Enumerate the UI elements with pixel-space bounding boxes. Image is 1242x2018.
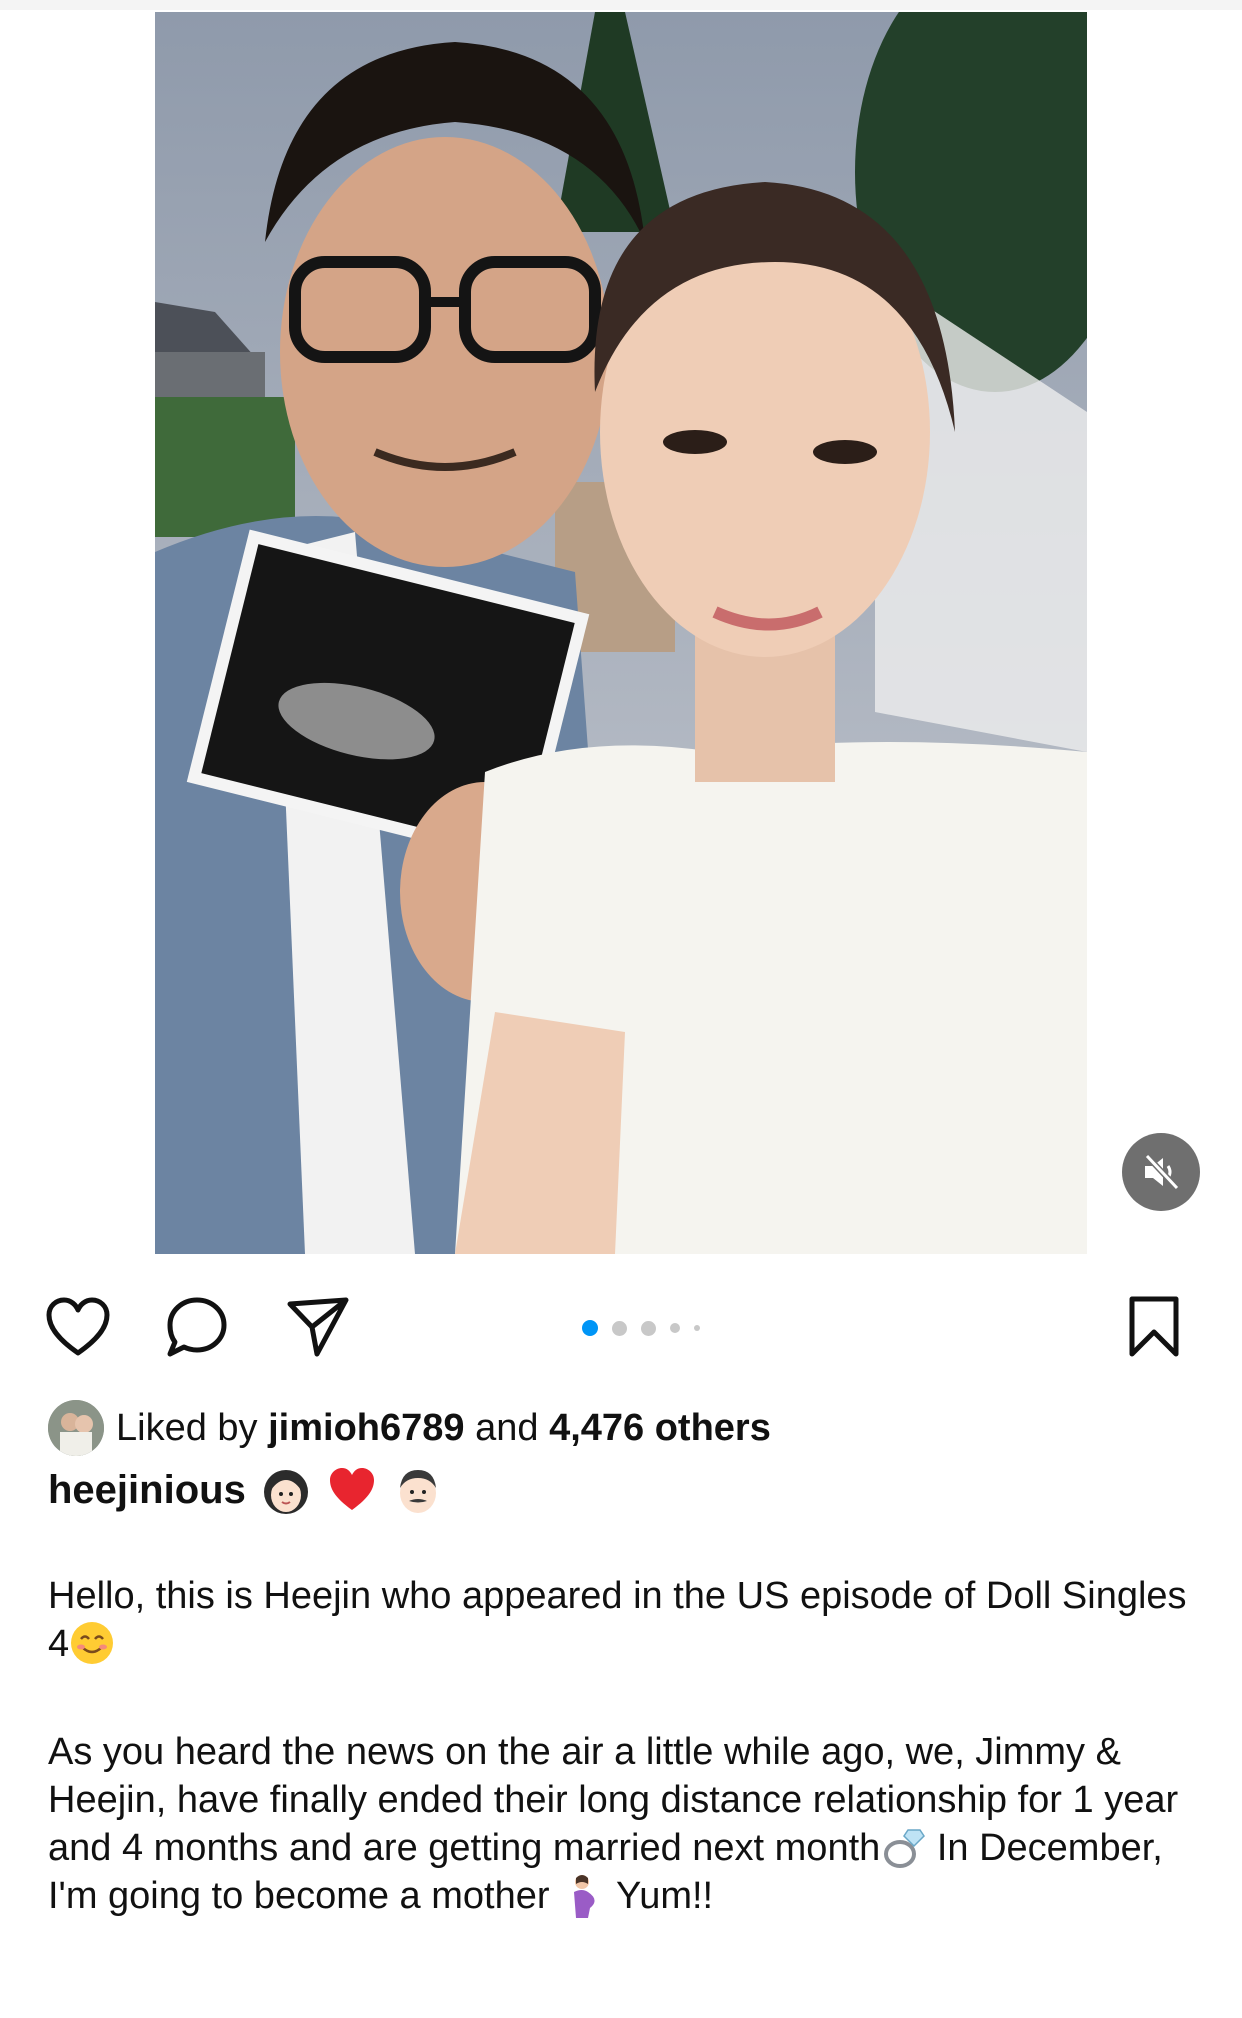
- carousel-indicator: [582, 1320, 700, 1336]
- likes-summary[interactable]: Liked by jimioh6789 and 4,476 others: [48, 1398, 771, 1458]
- save-button[interactable]: [1118, 1291, 1190, 1363]
- couple-selfie-photo: [155, 12, 1087, 1254]
- carousel-dot: [670, 1323, 680, 1333]
- bookmark-icon: [1129, 1296, 1179, 1357]
- carousel-dot-active: [582, 1320, 598, 1336]
- post-photo[interactable]: [155, 12, 1087, 1254]
- smiling-face-emoji: [71, 1622, 114, 1664]
- caption-author-row: heejinious: [48, 1460, 458, 1520]
- carousel-dot: [694, 1325, 700, 1331]
- ring-emoji: [884, 1829, 926, 1868]
- likes-prefix: Liked by: [116, 1406, 258, 1449]
- comment-button[interactable]: [161, 1291, 233, 1363]
- liker-username[interactable]: jimioh6789: [268, 1407, 464, 1450]
- avatar: [48, 1400, 104, 1456]
- heart-icon: [46, 1297, 110, 1356]
- author-username[interactable]: heejinious: [48, 1468, 246, 1513]
- man-face-emoji: [399, 1470, 436, 1513]
- send-icon: [287, 1297, 349, 1357]
- speaker-muted-icon: [1144, 1153, 1180, 1191]
- post-action-bar: [0, 1285, 1242, 1365]
- share-button[interactable]: [282, 1291, 354, 1363]
- mute-button[interactable]: [1122, 1133, 1200, 1211]
- carousel-dot: [641, 1320, 656, 1336]
- caption-text-2c: Yum!!: [606, 1875, 714, 1917]
- top-divider: [0, 0, 1242, 10]
- woman-face-emoji: [263, 1470, 308, 1514]
- carousel-dot: [612, 1320, 627, 1336]
- caption-paragraph-2: As you heard the news on the air a littl…: [48, 1728, 1198, 1920]
- caption-paragraph-1: Hello, this is Heejin who appeared in th…: [48, 1572, 1198, 1668]
- comment-icon: [167, 1297, 227, 1357]
- red-heart-emoji: [329, 1468, 374, 1510]
- caption-text-1: Hello, this is Heejin who appeared in th…: [48, 1575, 1187, 1665]
- pregnant-woman-emoji: [574, 1875, 595, 1918]
- like-button[interactable]: [42, 1291, 114, 1363]
- likes-middle: and: [475, 1406, 539, 1449]
- likes-count[interactable]: 4,476 others: [549, 1407, 771, 1450]
